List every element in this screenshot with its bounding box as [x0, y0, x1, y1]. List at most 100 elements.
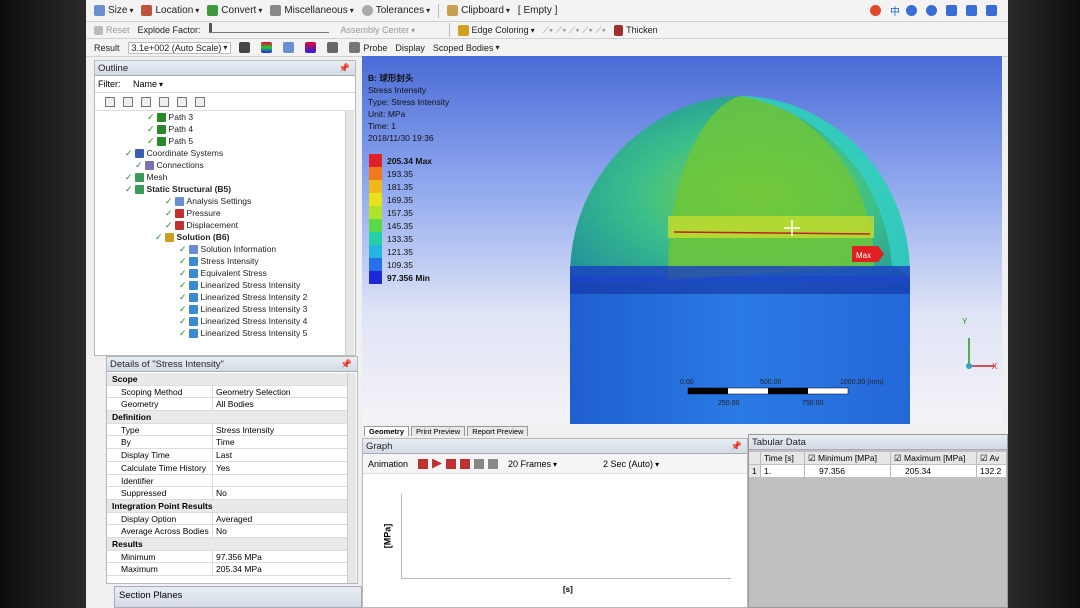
details-row[interactable]: Suppressed No [107, 487, 347, 500]
show-all-icon[interactable] [159, 96, 169, 107]
play-icon[interactable] [432, 458, 443, 469]
stop-icon[interactable] [446, 458, 457, 469]
result-sets-icon[interactable] [488, 458, 499, 469]
details-value[interactable]: No [213, 525, 227, 537]
image-icon[interactable] [177, 96, 187, 107]
convert-menu[interactable]: Convert [207, 5, 262, 16]
tab-report-preview[interactable]: Report Preview [467, 426, 529, 436]
tree-item[interactable]: ✓ Solution (B6) [155, 231, 229, 243]
high-stress-band [668, 216, 874, 238]
tree-item[interactable]: ✓ Linearized Stress Intensity 3 [179, 303, 307, 315]
miscellaneous-menu[interactable]: Miscellaneous [270, 5, 353, 16]
result-view-tools[interactable] [239, 42, 341, 53]
tree-item[interactable]: ✓ Pressure [165, 207, 221, 219]
previous-frame-icon[interactable] [418, 458, 429, 469]
details-row[interactable]: Identifier [107, 474, 347, 488]
details-value[interactable] [213, 475, 216, 487]
details-value[interactable]: 205.34 MPa [213, 563, 262, 575]
details-row[interactable]: Display Option Averaged [107, 512, 347, 526]
tree-item[interactable]: ✓ Path 3 [147, 111, 193, 123]
details-value[interactable]: Last [213, 449, 232, 461]
tree-item[interactable]: ✓ Analysis Settings [165, 195, 251, 207]
details-row[interactable]: Minimum 97.356 MPa [107, 550, 347, 564]
edge-coloring-menu[interactable]: Edge Coloring [457, 24, 535, 36]
sort-icon[interactable] [195, 96, 205, 107]
tree-item[interactable]: ✓ Linearized Stress Intensity 4 [179, 315, 307, 327]
expand-icon[interactable] [105, 96, 115, 107]
tree-item[interactable]: ✓ Mesh [125, 171, 167, 183]
tree-item[interactable]: ✓ Coordinate Systems [125, 147, 223, 159]
tree-item[interactable]: ✓ Displacement [165, 219, 238, 231]
pin-icon[interactable]: 📌 [339, 61, 350, 76]
details-row[interactable]: Scoping Method Geometry Selection [107, 385, 347, 399]
next-frame-icon[interactable] [460, 458, 471, 469]
probe-button[interactable]: Probe [349, 42, 387, 53]
details-value[interactable]: All Bodies [213, 398, 254, 410]
details-row[interactable]: Display Time Last [107, 449, 347, 462]
details-row[interactable]: By Time [107, 436, 347, 450]
tab-geometry[interactable]: Geometry [364, 426, 410, 436]
details-value[interactable]: Yes [213, 462, 230, 474]
filter-select[interactable]: Name [133, 76, 203, 93]
legend-swatch [369, 245, 382, 258]
tree-item-label: Linearized Stress Intensity 4 [200, 316, 308, 326]
outline-scrollbar[interactable] [345, 111, 354, 355]
details-row[interactable]: Type Stress Intensity [107, 423, 347, 437]
details-section[interactable]: Integration Point Results [107, 499, 347, 513]
tree-item[interactable]: ✓ Linearized Stress Intensity 2 [179, 291, 307, 303]
details-section[interactable]: Results [107, 537, 347, 551]
header-minimum[interactable]: ☑ Minimum [MPa] [805, 452, 891, 464]
tree-node-icon [156, 124, 166, 134]
filter-label: Filter: [98, 79, 121, 89]
details-value[interactable]: Stress Intensity [213, 424, 274, 436]
thicken-button[interactable]: Thicken [614, 24, 658, 36]
frames-select[interactable]: 20 Frames [508, 459, 603, 469]
reset-button[interactable]: Reset [94, 25, 130, 35]
table-row[interactable]: 1 1. 97.356 205.34 132.2 [749, 465, 1007, 477]
collapse-icon[interactable] [123, 96, 133, 107]
details-row[interactable]: Calculate Time History Yes [107, 461, 347, 475]
tab-print-preview[interactable]: Print Preview [411, 426, 466, 436]
tree-item[interactable]: ✓ Connections [135, 159, 204, 171]
outline-tree: ✓ Path 3 ✓ Path 4 ✓ Path 5 ✓ Coordinate Systems… [95, 111, 355, 351]
tree-item[interactable]: ✓ Linearized Stress Intensity [179, 279, 300, 291]
pin-icon[interactable]: 📌 [731, 439, 742, 454]
scale-select[interactable]: 3.1e+002 (Auto Scale) [127, 41, 232, 54]
clipboard-menu[interactable]: Clipboard [447, 5, 510, 16]
slider-thumb[interactable] [208, 23, 212, 32]
explode-slider[interactable] [208, 23, 329, 33]
details-value[interactable]: Averaged [213, 513, 252, 525]
details-scrollbar[interactable] [347, 373, 356, 583]
details-value[interactable]: 97.356 MPa [213, 551, 262, 563]
tree-item[interactable]: ✓ Linearized Stress Intensity 5 [179, 327, 307, 339]
details-row[interactable]: Geometry All Bodies [107, 398, 347, 412]
header-maximum[interactable]: ☑ Maximum [MPa] [891, 452, 977, 464]
location-menu[interactable]: Location [141, 5, 199, 16]
tree-item[interactable]: ✓ Equivalent Stress [179, 267, 267, 279]
details-value[interactable]: Geometry Selection [213, 386, 291, 398]
details-section[interactable]: Scope [107, 373, 347, 386]
tree-item[interactable]: ✓ Stress Intensity [179, 255, 259, 267]
assembly-center-select[interactable]: Assembly Center [341, 25, 441, 35]
tree-node-icon [188, 268, 198, 278]
details-section[interactable]: Definition [107, 411, 347, 424]
edge-tools[interactable]: ⟋▾ ⟋▾ ⟋▾ ⟋▾ ⟋▾ [543, 25, 606, 36]
header-average[interactable]: ☑ Av [977, 452, 1007, 464]
check-icon: ✓ [179, 328, 187, 338]
tree-item[interactable]: ✓ Path 4 [147, 123, 193, 135]
details-value[interactable]: No [213, 487, 227, 499]
tree-item[interactable]: ✓ Solution Information [179, 243, 276, 255]
tolerances-menu[interactable]: Tolerances [361, 5, 430, 16]
duration-select[interactable]: 2 Sec (Auto) [603, 459, 698, 469]
display-select[interactable]: Scoped Bodies [433, 43, 513, 53]
details-value[interactable]: Time [213, 436, 235, 448]
details-row[interactable]: Average Across Bodies No [107, 525, 347, 538]
size-menu[interactable]: Size [94, 5, 133, 16]
pin-icon[interactable]: 📌 [341, 357, 352, 372]
tree-item[interactable]: ✓ Static Structural (B5) [125, 183, 231, 195]
distributed-icon[interactable] [474, 458, 485, 469]
graphics-viewport[interactable]: Max 0.00 500.00 1000.00 (mm) 250.00 750.… [362, 56, 1002, 424]
details-row[interactable]: Maximum 205.34 MPa [107, 563, 347, 576]
filter-tree-icon[interactable] [141, 96, 151, 107]
tree-item[interactable]: ✓ Path 5 [147, 135, 193, 147]
